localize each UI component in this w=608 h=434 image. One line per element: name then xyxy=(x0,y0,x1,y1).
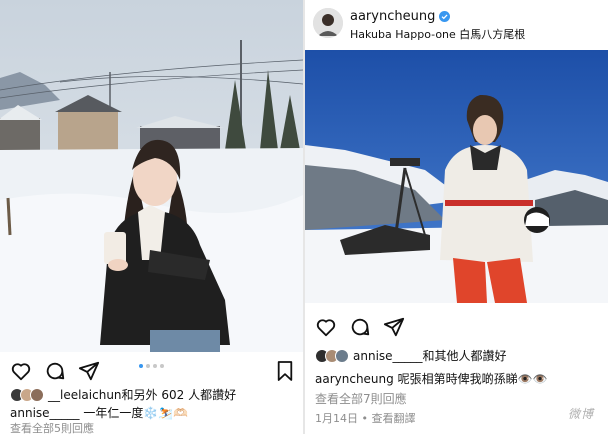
right-likes-row: annise_____ 和其他人都讚好 xyxy=(315,347,507,364)
author-username[interactable]: aaryncheung xyxy=(350,9,435,24)
right-post: aaryncheung Hakuba Happo-one 白馬八方尾根 anni… xyxy=(305,0,608,434)
liker-username[interactable]: annise_____ xyxy=(353,349,423,363)
post-date: 1月14日 xyxy=(315,412,358,425)
left-likes-row: __leelaichun 和另外 602 人都讚好 xyxy=(10,386,236,403)
share-icon[interactable] xyxy=(383,316,405,338)
carousel-dot xyxy=(146,364,150,368)
avatar xyxy=(335,348,349,363)
carousel-indicator xyxy=(139,364,164,368)
comment-icon[interactable] xyxy=(44,360,66,382)
share-icon[interactable] xyxy=(78,360,100,382)
watermark: 微博 xyxy=(567,407,594,421)
liker-username[interactable]: __leelaichun xyxy=(48,388,122,402)
heart-icon[interactable] xyxy=(10,360,32,382)
carousel-dot xyxy=(153,364,157,368)
carousel-dot xyxy=(139,364,143,368)
post-meta: 1月14日 • 查看翻譯 xyxy=(315,410,416,426)
left-post-actions xyxy=(10,360,112,382)
likes-count-text[interactable]: 和另外 602 人都讚好 xyxy=(122,386,237,403)
carousel-dot xyxy=(160,364,164,368)
view-all-comments-link[interactable]: 查看全部5則回應 xyxy=(10,420,94,434)
right-post-photo[interactable] xyxy=(305,50,608,303)
right-caption: aaryncheung 呢張相第時俾我啲孫睇👁️👁️ xyxy=(315,370,547,387)
left-post: __leelaichun 和另外 602 人都讚好 annise_____ 一年… xyxy=(0,0,303,434)
verified-badge-icon xyxy=(439,11,451,22)
caption-text: 呢張相第時俾我啲孫睇👁️👁️ xyxy=(397,372,548,386)
caption-username[interactable]: aaryncheung xyxy=(315,372,394,386)
liker-avatars[interactable] xyxy=(10,387,44,402)
avatar xyxy=(30,387,44,402)
liker-avatars[interactable] xyxy=(315,348,349,363)
caption-text: 一年仁一度❄️⛷️🫶🏻 xyxy=(83,406,189,420)
likes-text[interactable]: 和其他人都讚好 xyxy=(423,347,507,364)
post-author: aaryncheung xyxy=(350,9,451,24)
left-caption: annise_____ 一年仁一度❄️⛷️🫶🏻 xyxy=(10,404,188,421)
comment-icon[interactable] xyxy=(349,316,371,338)
meta-separator: • xyxy=(361,412,372,425)
post-location[interactable]: Hakuba Happo-one 白馬八方尾根 xyxy=(350,26,525,42)
avatar[interactable] xyxy=(313,8,343,38)
caption-username[interactable]: annise_____ xyxy=(10,406,80,420)
right-post-actions xyxy=(315,316,417,338)
bookmark-icon[interactable] xyxy=(276,360,294,382)
see-translation-link[interactable]: 查看翻譯 xyxy=(372,412,416,425)
left-post-photo[interactable] xyxy=(0,0,303,352)
heart-icon[interactable] xyxy=(315,316,337,338)
view-all-comments-link[interactable]: 查看全部7則回應 xyxy=(315,390,407,407)
